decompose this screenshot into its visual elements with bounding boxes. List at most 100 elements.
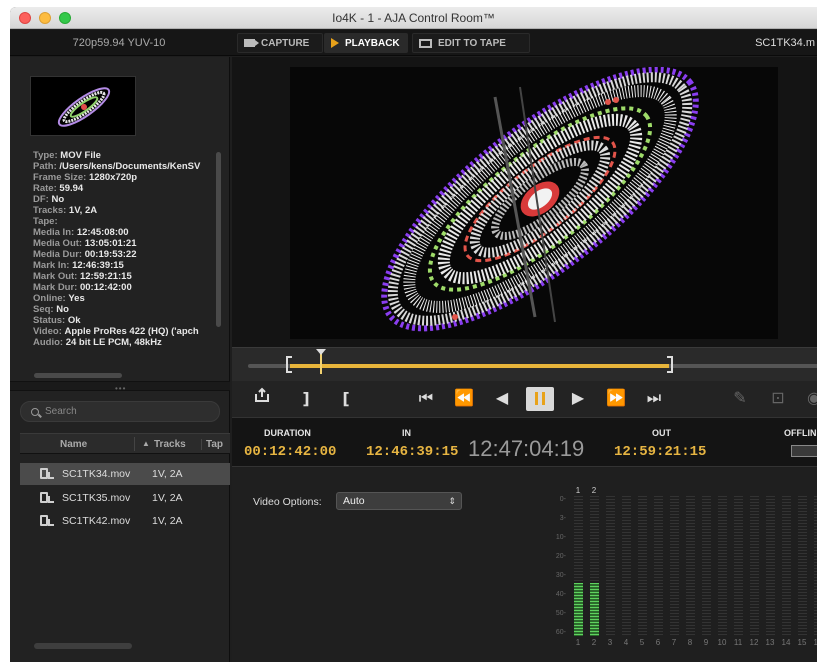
db-scale-label: 20- [555,553,566,560]
column-header-tracks[interactable]: Tracks [154,439,186,450]
options-panel: Video Options: Auto ⇕ 0- 3- 10- 20- 30- 40- 50… [232,468,817,662]
clip-list-horizontal-scrollbar[interactable] [34,643,132,649]
play-icon [331,38,339,48]
fast-forward-icon: ⏩ [606,390,626,407]
clip-tracks: 1V, 2A [152,515,183,527]
rewind-icon: ⏪ [454,390,474,407]
meter-channel [718,496,727,636]
panel-splitter[interactable]: ••• [10,381,230,393]
column-header-name[interactable]: Name [60,439,87,450]
info-mark-in: Mark In: 12:46:39:15 [33,260,124,271]
clip-name: SC1TK34.mov [62,468,131,480]
movie-file-icon [40,492,54,504]
skip-forward-icon: ⏭ [646,390,662,407]
meter-channel [670,496,679,636]
export-icon [255,387,269,402]
title-bar: Io4K - 1 - AJA Control Room™ [10,7,817,29]
meter-level [574,582,583,636]
go-to-start-button[interactable]: ⏮ [412,387,440,411]
clip-name: SC1TK42.mov [62,515,131,527]
timeline-track[interactable] [248,364,817,368]
clip-search[interactable] [20,401,220,422]
current-timecode: 12:47:04:19 [468,436,585,461]
video-options-label: Video Options: [253,496,322,508]
clip-name: SC1TK35.mov [62,492,131,504]
mark-in-button[interactable]: [ [332,387,360,411]
info-seq: Seq: No [33,304,69,315]
info-rate: Rate: 59.94 [33,183,84,194]
meter-channel [622,496,631,636]
column-header-tape[interactable]: Tap [201,439,223,450]
info-tape: Tape: [33,216,58,227]
meter-channel-number: 1 [575,638,581,647]
tab-edit-to-tape[interactable]: EDIT TO TAPE [412,33,530,53]
clip-info-list: Type: MOV File Path: /Users/kens/Documen… [33,150,215,370]
window-title: Io4K - 1 - AJA Control Room™ [332,11,495,25]
skip-back-icon: ⏮ [418,390,434,407]
clip-thumbnail [30,76,136,136]
tab-capture-label: CAPTURE [261,37,310,49]
pause-button[interactable] [526,387,554,411]
marked-range [289,364,670,368]
db-scale-label: 0- [559,496,566,503]
info-status: Status: Ok [33,315,81,326]
current-clip-name: SC1TK34.m [755,37,815,49]
playhead[interactable] [316,349,327,374]
info-path: Path: /Users/kens/Documents/KenSV [33,161,201,172]
meter-channel [734,496,743,636]
mark-in-handle[interactable] [285,356,292,373]
in-value[interactable]: 12:46:39:15 [366,444,458,460]
mark-out-button[interactable]: ] [292,387,320,411]
camera-icon [244,39,259,47]
db-scale-label: 60- [555,629,566,636]
record-icon: ◉ [807,390,817,407]
meter-channel-number: 15 [797,638,807,647]
info-tracks: Tracks: 1V, 2A [33,205,98,216]
video-options-select[interactable]: Auto ⇕ [336,492,462,510]
info-horizontal-scrollbar[interactable] [34,373,122,378]
go-to-end-button[interactable]: ⏭ [640,387,668,411]
column-divider [134,437,135,451]
out-label: OUT [652,428,671,438]
info-media-in: Media In: 12:45:08:00 [33,227,129,238]
table-row[interactable]: SC1TK42.mov 1V, 2A [20,510,230,532]
pencil-button[interactable]: ✎ [726,387,754,411]
tab-playback[interactable]: PLAYBACK [324,33,408,53]
updown-arrow-icon: ⇕ [448,496,456,506]
table-row[interactable]: SC1TK34.mov 1V, 2A [20,463,230,485]
step-forward-button[interactable]: ▶︎ [564,387,592,411]
pause-icon [535,392,545,405]
meter-active-channel-label: 1 [575,486,581,495]
fast-forward-button[interactable]: ⏩ [602,387,630,411]
meter-channel-number: 2 [591,638,597,647]
duration-label: DURATION [264,428,311,438]
rewind-button[interactable]: ⏪ [450,387,478,411]
info-mark-out: Mark Out: 12:59:21:15 [33,271,132,282]
info-media-dur: Media Dur: 00:19:53:22 [33,249,137,260]
loop-button[interactable]: ⊡ [764,387,792,411]
meter-channel-number: 7 [671,638,677,647]
timeline-scrubber[interactable] [232,347,817,381]
meter-channel-number: 9 [703,638,709,647]
step-back-button[interactable]: ◀︎ [488,387,516,411]
out-value[interactable]: 12:59:21:15 [614,444,706,460]
meter-channel [702,496,711,636]
mark-out-handle[interactable] [667,356,674,373]
info-vertical-scrollbar[interactable] [216,152,221,327]
video-format-readout: 720p59.94 YUV-10 [72,37,166,49]
clip-tracks: 1V, 2A [152,492,183,504]
offline-label: OFFLINE [784,428,817,438]
video-viewer [232,57,817,347]
pencil-icon: ✎ [733,390,747,407]
timecode-bar: DURATION 00:12:42:00 IN 12:46:39:15 12:4… [232,417,817,467]
tab-capture[interactable]: CAPTURE [237,33,323,53]
info-video: Video: Apple ProRes 422 (HQ) ('apch [33,326,199,337]
table-row[interactable]: SC1TK35.mov 1V, 2A [20,487,230,509]
export-button[interactable] [248,387,276,411]
search-input[interactable] [45,406,195,417]
search-icon [31,407,39,416]
meter-channel [654,496,663,636]
db-scale-label: 10- [555,534,566,541]
settings-button[interactable]: ◉ [800,387,817,411]
video-options-value: Auto [343,495,365,507]
